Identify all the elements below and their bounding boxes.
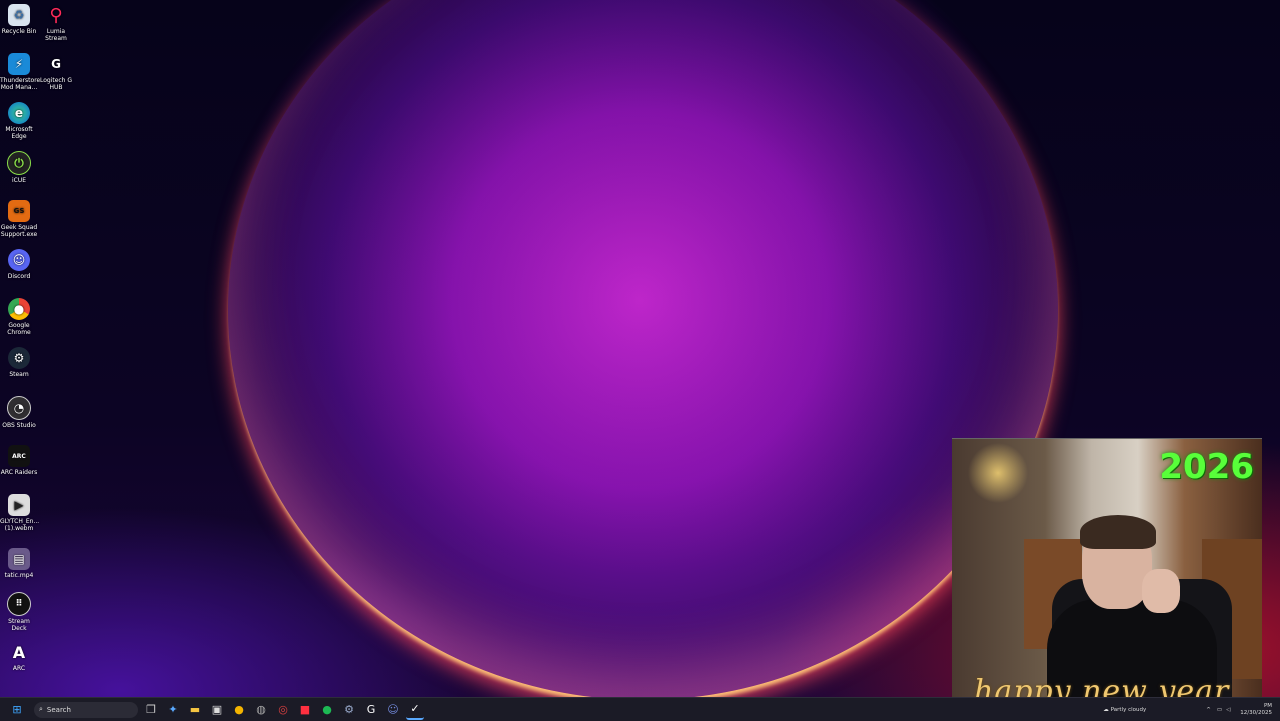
desktop-icon-edge[interactable]: e Microsoft Edge — [0, 102, 38, 140]
active-app-icon[interactable]: ✓ — [406, 700, 424, 720]
store-icon[interactable]: ▣ — [208, 701, 226, 719]
desktop-icon-area: ♻ Recycle Bin ⚲ Lumia Stream ⚡ Thunderst… — [0, 0, 80, 697]
discord-icon: ☺ — [8, 249, 30, 271]
desktop-icon-discord[interactable]: ☺ Discord — [0, 249, 38, 280]
stream-deck-icon: ⠿ — [7, 592, 31, 616]
volume-icon[interactable]: ◁ — [1226, 707, 1230, 713]
desktop-icon-label: Geek Squad Support.exe — [0, 224, 38, 238]
video-file-icon: ▤ — [8, 548, 30, 570]
desktop-icon-chrome[interactable]: ● Google Chrome — [0, 298, 38, 336]
desktop-icon-label: ARC — [12, 665, 26, 672]
discord-taskbar-icon[interactable]: ☺ — [384, 701, 402, 719]
steam-taskbar-icon[interactable]: ⚙ — [340, 701, 358, 719]
webcam-person-hair — [1080, 515, 1156, 549]
file-explorer-icon[interactable]: ▬ — [186, 701, 204, 719]
geek-squad-icon: GS — [8, 200, 30, 222]
desktop-icon-label: Lumia Stream — [45, 28, 67, 42]
system-tray: ☁ Partly cloudy ^ ▭ ◁ PM 12/30/2025 — [1103, 698, 1272, 721]
start-button[interactable]: ⊞ — [8, 701, 26, 719]
desktop-icon-label: ARC Raiders — [0, 469, 38, 476]
obs-icon: ◔ — [7, 396, 31, 420]
taskbar-search[interactable]: ⌕ Search — [34, 701, 138, 718]
network-icon[interactable]: ▭ — [1217, 707, 1222, 713]
desktop-icon-obs[interactable]: ◔ OBS Studio — [0, 396, 38, 429]
wallpaper-orb — [228, 0, 1058, 700]
app-taskbar-icon[interactable]: ◍ — [252, 701, 270, 719]
desktop-icon-thunderstore[interactable]: ⚡ Thunderstore Mod Mana... — [0, 53, 41, 91]
taskbar-clock[interactable]: PM 12/30/2025 — [1240, 703, 1272, 717]
desktop-icon-icue[interactable]: ⏻ iCUE — [0, 151, 38, 184]
taskbar: ⊞ ⌕ Search ❐ ✦ ▬ ▣ ● ◍ ◎ ■ ● ⚙ G ☺ ✓ ☁ P… — [0, 697, 1280, 721]
search-label: Search — [46, 705, 71, 714]
firework-decoration — [958, 443, 1038, 503]
clock-time: PM — [1263, 702, 1272, 709]
logitech-g-icon: G — [51, 56, 61, 71]
arc-icon: A — [12, 642, 26, 662]
desktop-icon-geek-squad[interactable]: GS Geek Squad Support.exe — [0, 200, 38, 238]
steam-icon: ⚙ — [8, 347, 30, 369]
arc-raiders-icon: ARC — [8, 445, 30, 467]
desktop-icon-label: Stream Deck — [8, 618, 30, 632]
search-icon: ⌕ — [39, 705, 43, 713]
clock-date: 12/30/2025 — [1240, 709, 1272, 716]
weather-icon[interactable]: ☁ — [1103, 707, 1109, 713]
desktop-icon-label: iCUE — [11, 177, 27, 184]
chrome-taskbar-icon[interactable]: ● — [230, 701, 248, 719]
thunderstore-icon: ⚡ — [8, 53, 30, 75]
desktop-icon-label: Microsoft Edge — [5, 126, 33, 140]
desktop-icon-label: Google Chrome — [7, 322, 31, 336]
desktop-icon-tatic-mp4[interactable]: ▤ tatic.mp4 — [0, 548, 38, 579]
desktop-icon-logitech[interactable]: G Logitech G HUB — [37, 53, 75, 92]
icue-icon: ⏻ — [7, 151, 31, 175]
desktop-icon-label: Recycle Bin — [1, 28, 37, 35]
desktop-icon-label: Steam — [9, 371, 29, 378]
weather-text: Partly cloudy — [1110, 706, 1147, 713]
desktop-icon-label: Logitech G HUB — [39, 77, 73, 91]
desktop-icon-label: Discord — [7, 273, 31, 280]
desktop-icon-label: Thunderstore Mod Mana... — [0, 77, 41, 91]
app-taskbar-icon[interactable]: ◎ — [274, 701, 292, 719]
video-file-icon: ▶ — [8, 494, 30, 516]
recycle-bin-icon: ♻ — [8, 4, 30, 26]
task-view-icon[interactable]: ❐ — [142, 701, 160, 719]
chrome-icon: ● — [8, 298, 30, 320]
desktop-icon-glytch-webm[interactable]: ▶ GLYTCH_En... (1).webm — [0, 494, 40, 532]
desktop-icon-arc-raiders[interactable]: ARC ARC Raiders — [0, 445, 38, 476]
lumia-stream-icon: ⚲ — [49, 4, 63, 26]
webcam-person-hand — [1142, 569, 1180, 613]
logitech-taskbar-icon[interactable]: G — [362, 701, 380, 719]
desktop-icon-label: OBS Studio — [2, 422, 36, 429]
spotify-icon[interactable]: ● — [318, 701, 336, 719]
desktop-icon-label: tatic.mp4 — [4, 572, 34, 579]
webcam-overlay: 2026 happy new year — [952, 438, 1262, 707]
desktop-icon-arc[interactable]: A ARC — [0, 641, 38, 672]
desktop-icon-lumia-stream[interactable]: ⚲ Lumia Stream — [37, 4, 75, 42]
desktop-icon-recycle-bin[interactable]: ♻ Recycle Bin — [0, 4, 38, 35]
desktop-icon-steam[interactable]: ⚙ Steam — [0, 347, 38, 378]
year-overlay-text: 2026 — [1159, 447, 1254, 487]
chevron-up-icon[interactable]: ^ — [1206, 707, 1211, 713]
edge-icon: e — [8, 102, 30, 124]
copilot-icon[interactable]: ✦ — [164, 701, 182, 719]
desktop-icon-label: GLYTCH_En... (1).webm — [0, 518, 40, 532]
app-taskbar-icon[interactable]: ■ — [296, 701, 314, 719]
desktop-icon-stream-deck[interactable]: ⠿ Stream Deck — [0, 592, 38, 632]
